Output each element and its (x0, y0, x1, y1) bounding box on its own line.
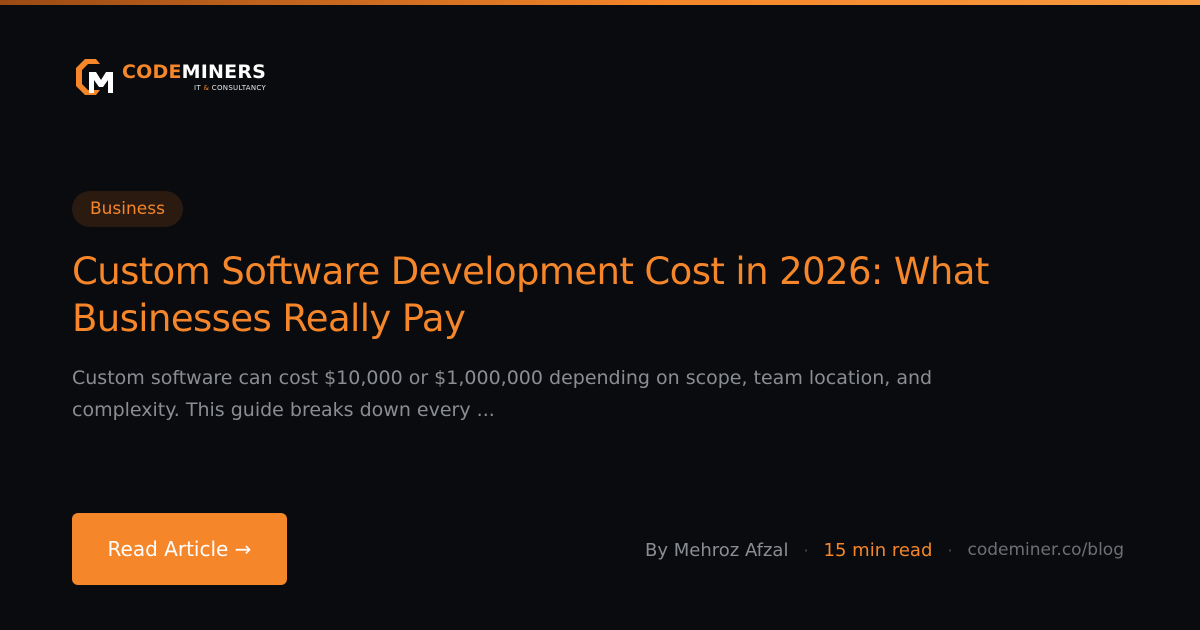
codeminers-logo[interactable]: CODEMINERS IT & CONSULTANCY (72, 56, 266, 98)
top-accent-bar (0, 0, 1200, 5)
read-article-button[interactable]: Read Article → (72, 513, 287, 585)
read-time: 15 min read (823, 539, 933, 561)
category-badge[interactable]: Business (72, 191, 183, 227)
post-meta: By Mehroz Afzal · 15 min read · codemine… (645, 536, 1124, 564)
post-excerpt: Custom software can cost $10,000 or $1,0… (72, 367, 933, 421)
brand-tagline: IT & CONSULTANCY (194, 84, 267, 92)
meta-separator: · (803, 540, 809, 560)
post-title: Custom Software Development Cost in 2026… (72, 250, 989, 340)
author-name: By Mehroz Afzal (645, 539, 789, 561)
brand-name: CODEMINERS (122, 61, 267, 83)
cm-monogram-icon (76, 59, 113, 95)
blog-url[interactable]: codeminer.co/blog (967, 540, 1124, 560)
meta-separator: · (947, 540, 953, 560)
